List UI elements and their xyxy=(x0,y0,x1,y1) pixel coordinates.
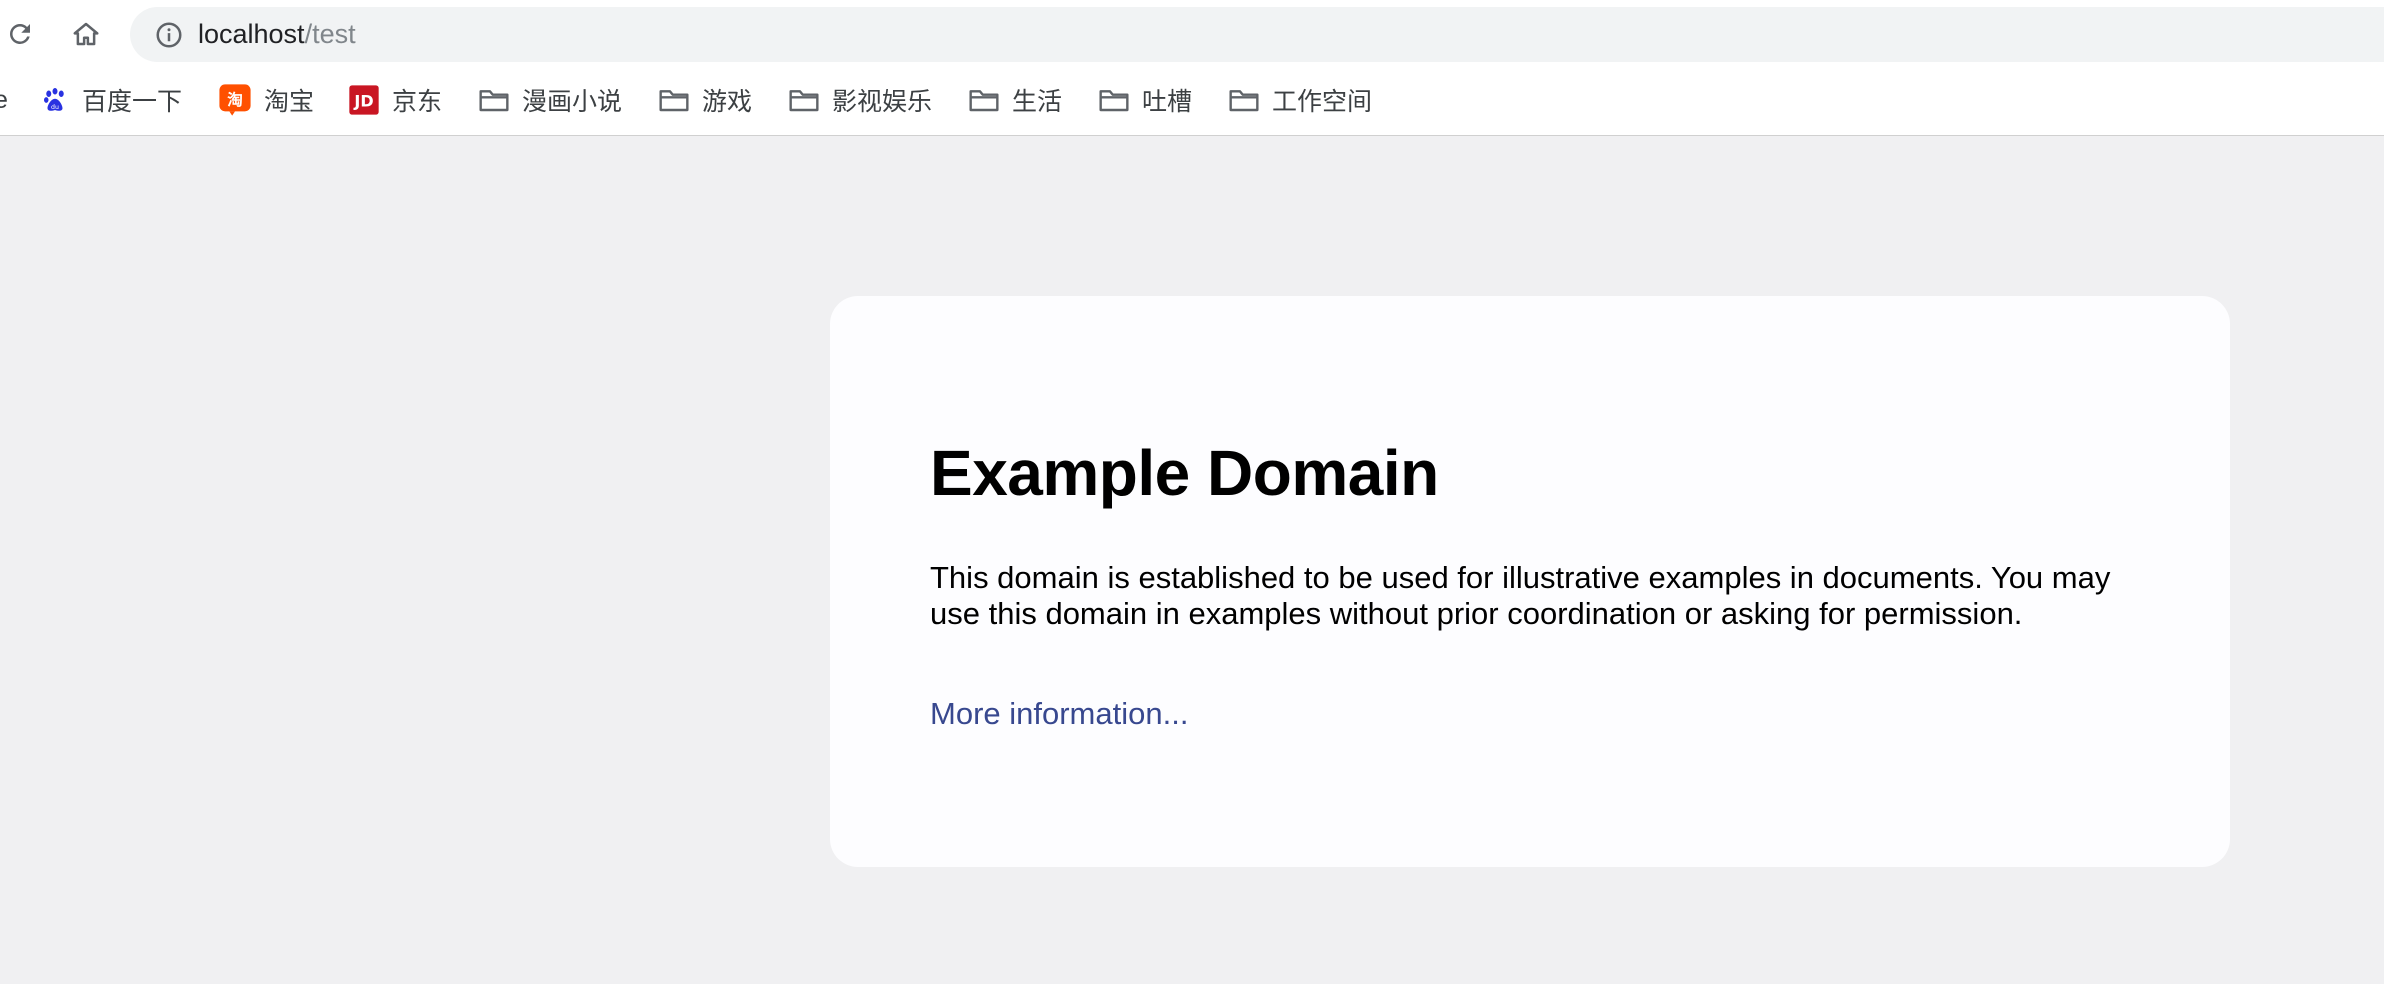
bookmark-truncated[interactable]: e xyxy=(0,78,8,122)
reload-icon xyxy=(10,24,30,44)
taobao-icon: 淘 xyxy=(219,84,251,116)
svg-text:淘: 淘 xyxy=(227,90,243,109)
reload-button[interactable] xyxy=(0,14,40,54)
url-text[interactable]: localhost/test xyxy=(198,19,356,50)
bookmark-folder-life[interactable]: 生活 xyxy=(968,78,1062,122)
bookmark-label: 游戏 xyxy=(702,88,753,116)
folder-icon xyxy=(969,90,999,112)
bookmark-label: 工作空间 xyxy=(1272,88,1373,116)
bookmark-folder-rant[interactable]: 吐槽 xyxy=(1098,78,1192,122)
folder-icon xyxy=(479,90,509,112)
content-card: Example Domain This domain is establishe… xyxy=(830,296,2230,867)
bookmark-taobao[interactable]: 淘 淘宝 xyxy=(218,78,314,122)
bookmark-label: 影视娱乐 xyxy=(832,88,933,116)
bookmark-label: 百度一下 xyxy=(82,88,183,116)
folder-icon xyxy=(1229,90,1259,112)
bookmark-folder-games[interactable]: 游戏 xyxy=(658,78,752,122)
home-button[interactable] xyxy=(66,14,106,54)
folder-icon xyxy=(1099,90,1129,112)
info-icon[interactable] xyxy=(152,18,186,52)
bookmark-jd[interactable]: JD 京东 xyxy=(348,78,442,122)
bookmark-folder-workspace[interactable]: 工作空间 xyxy=(1228,78,1372,122)
url-path: /test xyxy=(304,19,356,49)
bookmark-label: 京东 xyxy=(392,88,443,116)
page-title: Example Domain xyxy=(930,437,1439,509)
bookmark-label: 漫画小说 xyxy=(522,88,623,116)
bookmark-folder-manga[interactable]: 漫画小说 xyxy=(478,78,622,122)
svg-text:du: du xyxy=(51,104,59,111)
jd-icon: JD xyxy=(349,85,379,115)
baidu-paw-icon: du xyxy=(44,88,64,111)
page-description: This domain is established to be used fo… xyxy=(930,560,2111,631)
bookmarks-bar: e du 百度一下 淘 淘宝 JD 京东 漫画小说 游戏 影视娱乐 生活 吐槽 … xyxy=(0,68,2384,136)
more-information-link[interactable]: More information... xyxy=(930,696,1188,732)
bookmark-folder-entertainment[interactable]: 影视娱乐 xyxy=(788,78,932,122)
home-icon xyxy=(73,22,99,46)
bookmark-label: 生活 xyxy=(1012,88,1063,116)
bookmark-label: 吐槽 xyxy=(1142,88,1193,116)
browser-toolbar: localhost/test xyxy=(0,0,2384,68)
address-bar[interactable]: localhost/test xyxy=(130,7,2384,62)
bookmark-label: e xyxy=(0,85,8,114)
folder-icon xyxy=(789,90,819,112)
folder-icon xyxy=(659,90,689,112)
bookmark-label: 淘宝 xyxy=(264,88,315,116)
bookmark-baidu[interactable]: du 百度一下 xyxy=(40,78,182,122)
url-host: localhost xyxy=(198,19,305,49)
page-content: Example Domain This domain is establishe… xyxy=(0,137,2384,984)
svg-text:JD: JD xyxy=(353,92,373,111)
